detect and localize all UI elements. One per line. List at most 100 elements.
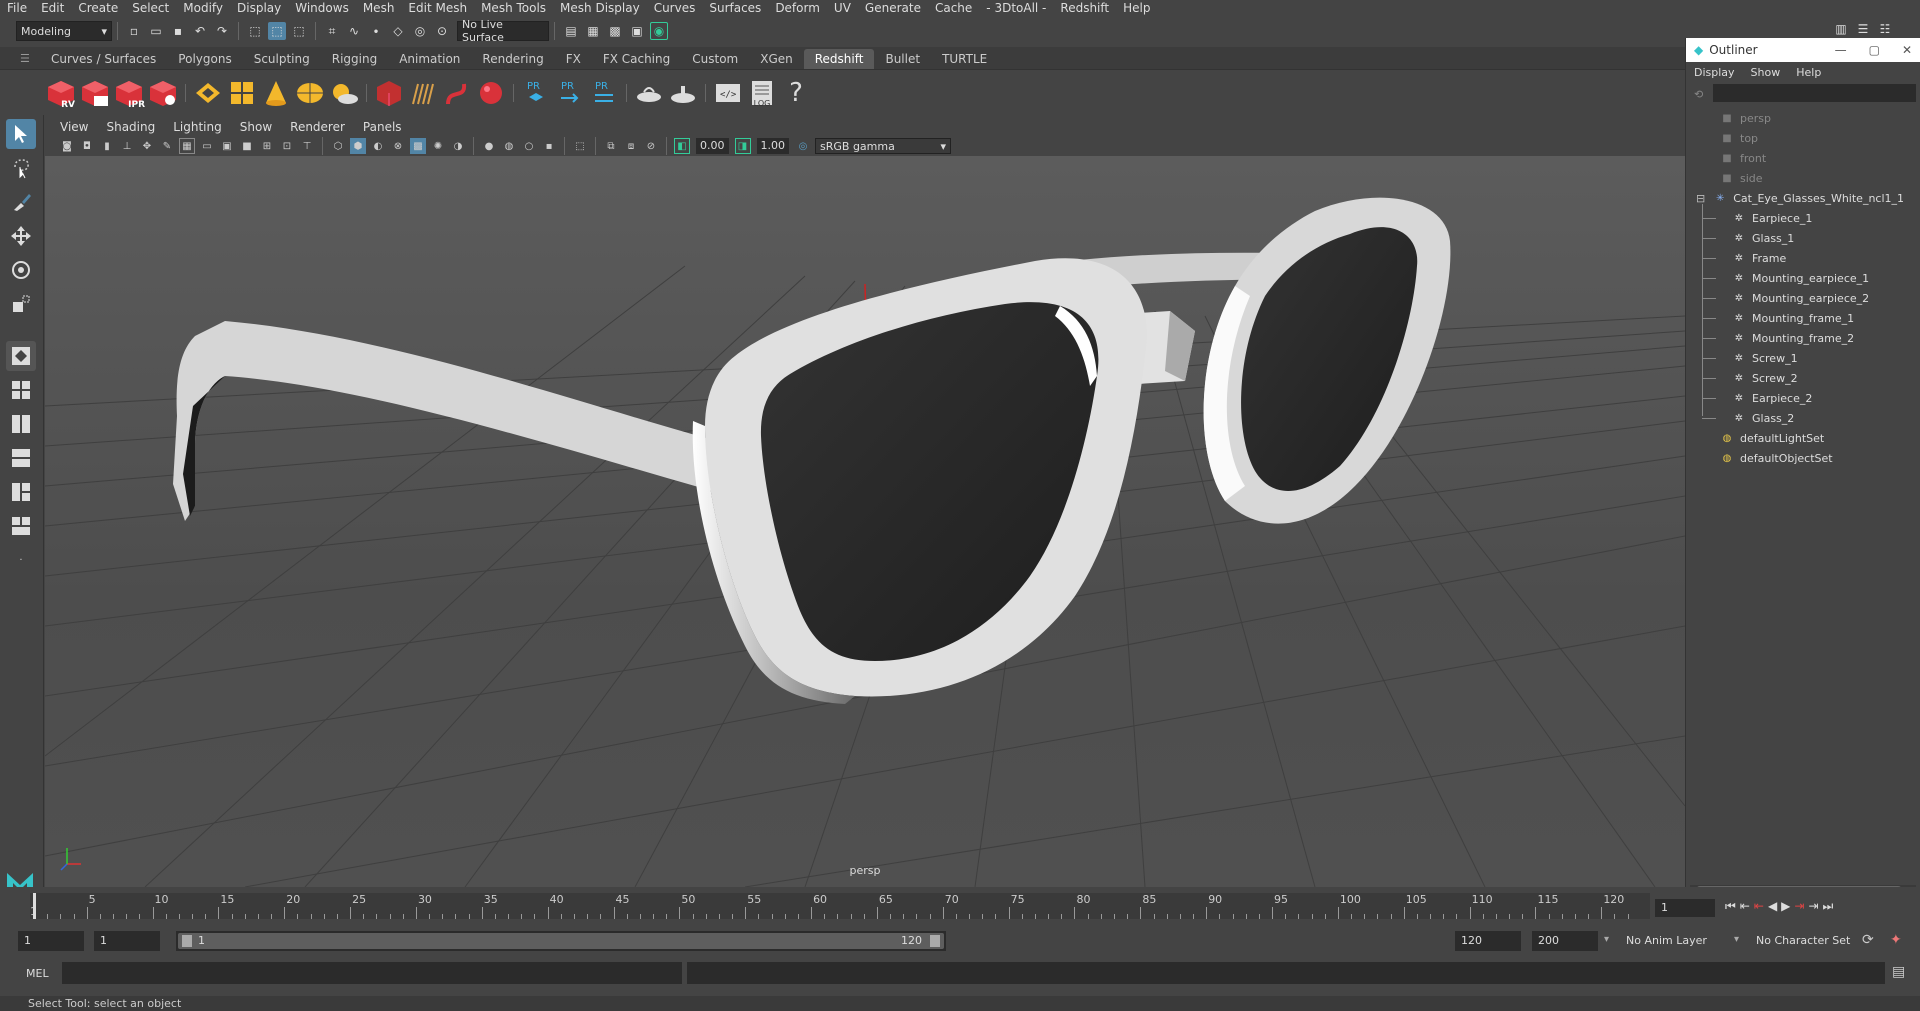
panel-menu-lighting[interactable]: Lighting — [164, 120, 231, 134]
current-frame-marker[interactable] — [33, 893, 36, 919]
film-gate-icon[interactable]: ▭ — [199, 138, 215, 154]
grid-toggle-icon[interactable]: ▦ — [179, 138, 195, 154]
outliner-item-defaultobjectset[interactable]: ◍ defaultObjectSet — [1720, 448, 1833, 468]
anim-start-field[interactable]: 1 — [18, 931, 84, 951]
panel-menu-shading[interactable]: Shading — [97, 120, 164, 134]
outliner-menu-help[interactable]: Help — [1788, 66, 1829, 79]
current-frame-field[interactable]: 1 — [1655, 899, 1715, 917]
outliner-view-icon[interactable] — [6, 443, 36, 473]
select-component-icon[interactable]: ⬚ — [290, 22, 308, 40]
outliner-item-persp[interactable]: ■ persp — [1720, 108, 1771, 128]
outliner-item-front[interactable]: ■ front — [1720, 148, 1766, 168]
grease-pencil-icon[interactable]: ✎ — [159, 138, 175, 154]
select-camera-icon[interactable]: ◙ — [59, 138, 75, 154]
panel-menu-renderer[interactable]: Renderer — [281, 120, 354, 134]
2d-pan-zoom-icon[interactable]: ✥ — [139, 138, 155, 154]
range-end-handle[interactable] — [930, 935, 940, 947]
shelf-tab-turtle[interactable]: TURTLE — [931, 49, 998, 69]
shelf-menu-icon[interactable]: ☰ — [20, 52, 30, 65]
anim-prefs-icon[interactable]: ✦ — [1890, 932, 1902, 948]
menu-uv[interactable]: UV — [827, 0, 858, 17]
menu-surfaces[interactable]: Surfaces — [702, 0, 768, 17]
menu-create[interactable]: Create — [71, 0, 125, 17]
menu-deform[interactable]: Deform — [768, 0, 827, 17]
lasso-tool-icon[interactable] — [6, 153, 36, 183]
paint-select-icon[interactable] — [6, 187, 36, 217]
maximize-icon[interactable]: ▢ — [1869, 43, 1880, 57]
outliner-item-group[interactable]: ⊟ ✳ Cat_Eye_Glasses_White_ncl1_1 — [1696, 188, 1904, 208]
color-management-icon[interactable]: ◎ — [795, 138, 811, 154]
depth-of-field-icon[interactable]: ▪ — [541, 138, 557, 154]
chevron-down-icon[interactable]: ▾ — [1734, 934, 1739, 945]
range-start-handle[interactable] — [182, 935, 192, 947]
collapse-icon[interactable]: · — [6, 545, 36, 575]
step-back-frame-icon[interactable]: ⇤ — [1754, 899, 1764, 914]
motion-blur-icon[interactable]: ◍ — [501, 138, 517, 154]
shelf-tab-bullet[interactable]: Bullet — [874, 49, 931, 69]
xray-joints-icon[interactable]: ⊘ — [643, 138, 659, 154]
menu-cache[interactable]: Cache — [928, 0, 979, 17]
snap-point-icon[interactable]: ∙ — [367, 22, 385, 40]
rs-log-icon[interactable]: LOG — [746, 76, 778, 110]
gate-mask-icon[interactable]: ■ — [239, 138, 255, 154]
go-to-start-icon[interactable]: ⏮ — [1725, 899, 1736, 914]
panel-menu-view[interactable]: View — [51, 120, 97, 134]
gamma-icon[interactable]: ◨ — [734, 138, 751, 154]
outliner-item-earpiece-2[interactable]: ✲ Earpiece_2 — [1732, 388, 1813, 408]
use-all-lights-icon[interactable]: ✺ — [430, 138, 446, 154]
minimize-icon[interactable]: — — [1835, 43, 1847, 57]
script-editor-icon[interactable]: ▤ — [1892, 964, 1905, 980]
menu-display[interactable]: Display — [230, 0, 288, 17]
step-forward-key-icon[interactable]: ⇥ — [1808, 899, 1818, 914]
rs-portal-light-icon[interactable] — [226, 76, 258, 110]
camera-attributes-icon[interactable]: ◘ — [79, 138, 95, 154]
rs-ipr-icon[interactable]: IPR — [113, 76, 145, 110]
gamma-field[interactable]: 1.00 — [756, 138, 789, 154]
play-backwards-icon[interactable]: ◀ — [1768, 899, 1777, 914]
exposure-field[interactable]: 0.00 — [696, 138, 729, 154]
script-language-label[interactable]: MEL — [26, 967, 49, 980]
playback-start-field[interactable]: 1 — [94, 931, 160, 951]
playback-end-field[interactable]: 120 — [1455, 931, 1521, 951]
step-back-key-icon[interactable]: ⇤ — [1740, 899, 1750, 914]
menu-windows[interactable]: Windows — [288, 0, 356, 17]
outliner-search-input[interactable] — [1713, 84, 1916, 102]
rotate-tool-icon[interactable] — [6, 255, 36, 285]
anim-layer-dropdown[interactable]: No Anim Layer — [1620, 931, 1730, 951]
outliner-item-screw-2[interactable]: ✲ Screw_2 — [1732, 368, 1798, 388]
shadows-icon[interactable]: ◑ — [450, 138, 466, 154]
menu-mesh-display[interactable]: Mesh Display — [553, 0, 647, 17]
shelf-tab-rigging[interactable]: Rigging — [321, 49, 388, 69]
menu-curves[interactable]: Curves — [647, 0, 703, 17]
menu-generate[interactable]: Generate — [858, 0, 928, 17]
menu-edit[interactable]: Edit — [34, 0, 71, 17]
menu-help[interactable]: Help — [1116, 0, 1157, 17]
rs-pr-bake-icon[interactable]: PR — [520, 76, 552, 110]
rs-sphere-icon[interactable] — [475, 76, 507, 110]
menu-3dtoall[interactable]: - 3DtoAll - — [979, 0, 1053, 17]
menu-modify[interactable]: Modify — [176, 0, 230, 17]
screen-space-ao-icon[interactable]: ● — [481, 138, 497, 154]
image-plane-icon[interactable]: ⊥ — [119, 138, 135, 154]
snap-surface-icon[interactable]: ◎ — [411, 22, 429, 40]
rs-hair-icon[interactable] — [407, 76, 439, 110]
outliner-item-mounting-frame-2[interactable]: ✲ Mounting_frame_2 — [1732, 328, 1854, 348]
rs-spot-light-icon[interactable] — [260, 76, 292, 110]
outliner-item-top[interactable]: ■ top — [1720, 128, 1758, 148]
shelf-tab-animation[interactable]: Animation — [388, 49, 471, 69]
four-view-icon[interactable] — [6, 375, 36, 405]
xray-icon[interactable]: ⧉ — [603, 138, 619, 154]
side-view-icon[interactable] — [6, 409, 36, 439]
play-forwards-icon[interactable]: ▶ — [1781, 899, 1790, 914]
rs-area-light-icon[interactable] — [192, 76, 224, 110]
outliner-item-glass-1[interactable]: ✲ Glass_1 — [1732, 228, 1794, 248]
outliner-item-mounting-frame-1[interactable]: ✲ Mounting_frame_1 — [1732, 308, 1854, 328]
panel-layout-icon[interactable] — [6, 511, 36, 541]
save-scene-icon[interactable]: ▪ — [169, 22, 187, 40]
panel-menu-show[interactable]: Show — [231, 120, 281, 134]
chevron-down-icon[interactable]: ▾ — [1604, 934, 1609, 945]
outliner-item-defaultlightset[interactable]: ◍ defaultLightSet — [1720, 428, 1825, 448]
bookmark-icon[interactable]: ▮ — [99, 138, 115, 154]
shelf-tab-curves-surfaces[interactable]: Curves / Surfaces — [40, 49, 167, 69]
perspective-viewport[interactable]: persp — [45, 156, 1685, 887]
